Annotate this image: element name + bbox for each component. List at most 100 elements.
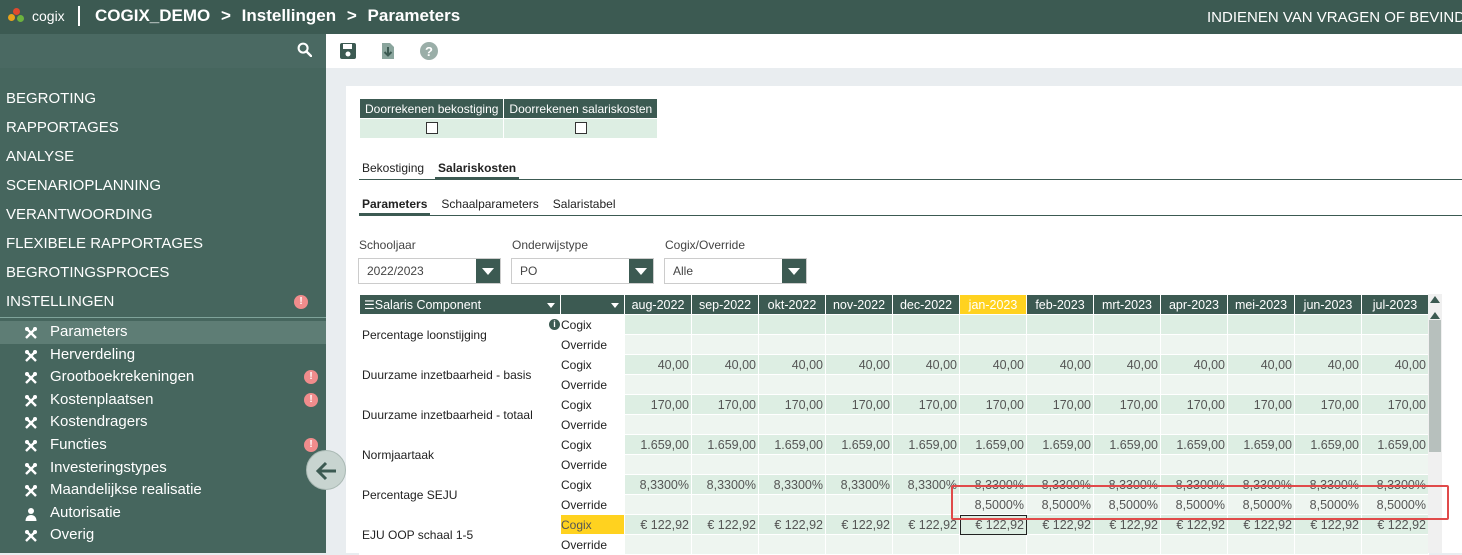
scroll-top-icon[interactable] [1430, 296, 1440, 303]
value-cell[interactable]: 170,00 [1026, 394, 1094, 415]
value-cell[interactable]: € 122,92 [624, 514, 692, 535]
subtab-schaalparameters[interactable]: Schaalparameters [438, 196, 541, 215]
month-header-jan-2023[interactable]: jan-2023 [959, 294, 1027, 315]
value-cell[interactable] [1026, 334, 1094, 355]
month-header-nov-2022[interactable]: nov-2022 [825, 294, 893, 315]
submenu-item-overig[interactable]: Overig [0, 524, 326, 547]
value-cell[interactable] [825, 454, 893, 475]
value-cell[interactable]: 40,00 [959, 354, 1027, 375]
value-cell[interactable] [624, 534, 692, 555]
value-cell[interactable]: 170,00 [825, 394, 893, 415]
value-cell[interactable] [1294, 374, 1362, 395]
value-cell[interactable] [691, 334, 759, 355]
scrollbar-thumb[interactable] [1429, 320, 1441, 452]
value-cell[interactable]: 40,00 [1160, 354, 1228, 375]
value-cell[interactable] [1026, 534, 1094, 555]
value-cell[interactable]: 170,00 [1160, 394, 1228, 415]
onderwijstype-select[interactable]: PO [511, 258, 654, 284]
value-cell[interactable]: 8,3300% [758, 474, 826, 495]
menu-item-begroting[interactable]: BEGROTING [0, 86, 326, 115]
value-cell[interactable] [1361, 454, 1429, 475]
value-cell[interactable]: 8,3300% [825, 474, 893, 495]
value-cell[interactable] [825, 334, 893, 355]
help-icon[interactable]: ? [419, 41, 439, 61]
value-cell[interactable] [758, 314, 826, 335]
value-cell[interactable] [892, 454, 960, 475]
value-cell[interactable]: 40,00 [758, 354, 826, 375]
value-cell[interactable] [1227, 414, 1295, 435]
breadcrumb-instellingen[interactable]: Instellingen [242, 6, 336, 25]
value-cell[interactable] [959, 534, 1027, 555]
month-header-mrt-2023[interactable]: mrt-2023 [1093, 294, 1161, 315]
value-cell[interactable]: 40,00 [691, 354, 759, 375]
value-cell[interactable] [691, 534, 759, 555]
value-cell[interactable] [624, 494, 692, 515]
value-cell[interactable] [1093, 334, 1161, 355]
value-cell[interactable] [758, 534, 826, 555]
support-link[interactable]: INDIENEN VAN VRAGEN OF BEVIND [1207, 9, 1462, 26]
value-cell[interactable]: 170,00 [1227, 394, 1295, 415]
value-cell[interactable] [1294, 314, 1362, 335]
subtab-parameters[interactable]: Parameters [359, 196, 431, 215]
value-cell[interactable]: 40,00 [1227, 354, 1295, 375]
subtab-salaristabel[interactable]: Salaristabel [550, 196, 619, 215]
value-cell[interactable]: 170,00 [892, 394, 960, 415]
value-cell[interactable] [624, 314, 692, 335]
month-header-jul-2023[interactable]: jul-2023 [1361, 294, 1429, 315]
month-header-sep-2022[interactable]: sep-2022 [691, 294, 759, 315]
submenu-item-kostendragers[interactable]: Kostendragers [0, 411, 326, 434]
value-cell[interactable] [959, 454, 1027, 475]
info-icon[interactable]: i [549, 319, 560, 330]
value-cell[interactable] [1361, 374, 1429, 395]
value-cell[interactable] [1227, 534, 1295, 555]
download-icon[interactable] [378, 41, 398, 61]
value-cell[interactable] [1026, 374, 1094, 395]
value-cell[interactable]: 170,00 [758, 394, 826, 415]
tab-bekostiging[interactable]: Bekostiging [359, 160, 427, 179]
recalc-bekostiging-checkbox[interactable] [425, 122, 438, 135]
value-cell[interactable]: 40,00 [825, 354, 893, 375]
value-cell[interactable]: 1.659,00 [825, 434, 893, 455]
month-header-apr-2023[interactable]: apr-2023 [1160, 294, 1228, 315]
value-cell[interactable] [758, 494, 826, 515]
value-cell[interactable] [1227, 454, 1295, 475]
value-cell[interactable] [691, 414, 759, 435]
value-cell[interactable] [1361, 334, 1429, 355]
value-cell[interactable]: 40,00 [1026, 354, 1094, 375]
value-cell[interactable] [892, 314, 960, 335]
value-cell[interactable] [624, 334, 692, 355]
value-cell[interactable]: € 122,92 [825, 514, 893, 535]
value-cell[interactable]: 40,00 [892, 354, 960, 375]
value-cell[interactable] [691, 314, 759, 335]
value-cell[interactable]: 1.659,00 [892, 434, 960, 455]
schooljaar-select[interactable]: 2022/2023 [358, 258, 501, 284]
value-cell[interactable] [1294, 454, 1362, 475]
value-cell[interactable]: 170,00 [1294, 394, 1362, 415]
value-cell[interactable] [1160, 414, 1228, 435]
value-cell[interactable] [1361, 534, 1429, 555]
value-cell[interactable] [758, 414, 826, 435]
value-cell[interactable]: 170,00 [691, 394, 759, 415]
value-cell[interactable]: 1.659,00 [691, 434, 759, 455]
menu-item-verantwoording[interactable]: VERANTWOORDING [0, 202, 326, 231]
value-cell[interactable] [1227, 314, 1295, 335]
sidebar-search[interactable] [0, 34, 326, 68]
value-cell[interactable] [825, 314, 893, 335]
month-header-okt-2022[interactable]: okt-2022 [758, 294, 826, 315]
value-cell[interactable] [1294, 414, 1362, 435]
value-cell[interactable]: 40,00 [1294, 354, 1362, 375]
value-cell[interactable]: 40,00 [624, 354, 692, 375]
value-cell[interactable]: 170,00 [624, 394, 692, 415]
menu-item-scenarioplanning[interactable]: SCENARIOPLANNING [0, 173, 326, 202]
value-cell[interactable] [1093, 414, 1161, 435]
value-cell[interactable] [691, 494, 759, 515]
month-header-aug-2022[interactable]: aug-2022 [624, 294, 692, 315]
value-cell[interactable] [1361, 314, 1429, 335]
chevron-down-icon[interactable] [611, 303, 619, 308]
value-cell[interactable] [825, 374, 893, 395]
value-cell[interactable]: 1.659,00 [1093, 434, 1161, 455]
salaris-component-header[interactable]: ☰Salaris Component [359, 294, 561, 315]
tab-salariskosten[interactable]: Salariskosten [435, 160, 520, 179]
menu-item-instellingen[interactable]: INSTELLINGEN! [0, 289, 326, 318]
value-cell[interactable] [758, 454, 826, 475]
